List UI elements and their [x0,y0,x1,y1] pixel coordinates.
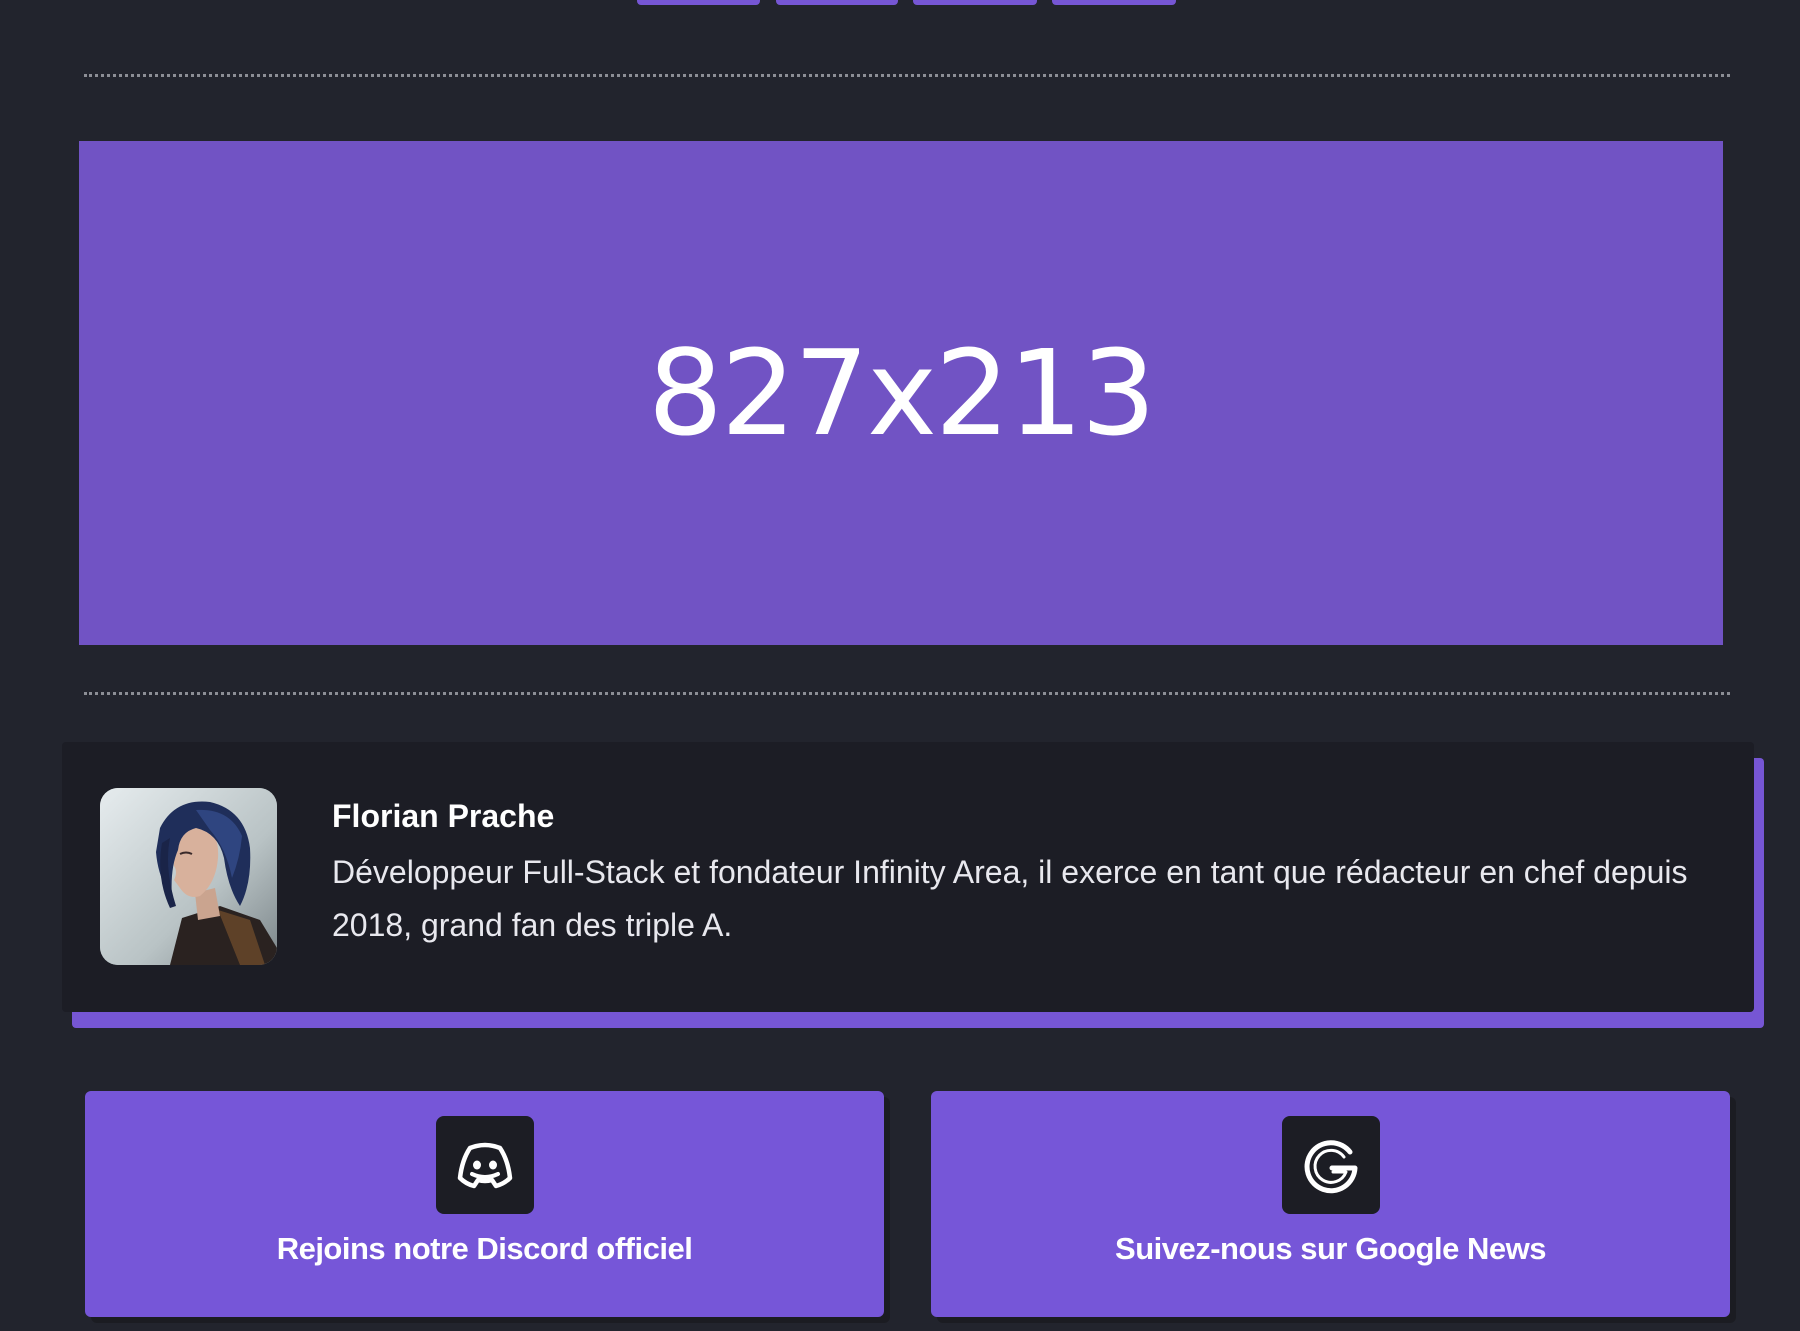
top-tab-3[interactable] [913,0,1037,5]
google-icon [1281,1116,1380,1214]
google-news-button-label: Suivez-nous sur Google News [1115,1231,1546,1266]
section-divider-top [84,74,1730,77]
discord-button-label: Rejoins notre Discord officiel [276,1231,693,1266]
section-divider-bottom [84,692,1730,695]
author-avatar[interactable] [100,788,277,965]
discord-icon [435,1116,534,1214]
ad-banner[interactable]: 827x213 [79,141,1723,645]
author-card: Florian Prache Développeur Full-Stack et… [62,742,1754,1012]
discord-button[interactable]: Rejoins notre Discord officiel [85,1091,884,1317]
author-text: Florian Prache Développeur Full-Stack et… [332,794,1722,952]
top-tab-4[interactable] [1052,0,1176,5]
google-news-button[interactable]: Suivez-nous sur Google News [931,1091,1730,1317]
top-tab-1[interactable] [637,0,760,5]
author-bio: Développeur Full-Stack et fondateur Infi… [332,854,1688,943]
author-name[interactable]: Florian Prache [332,794,1722,838]
ad-banner-text: 827x213 [647,324,1156,462]
author-portrait-icon [100,788,277,965]
top-tab-2[interactable] [776,0,898,5]
